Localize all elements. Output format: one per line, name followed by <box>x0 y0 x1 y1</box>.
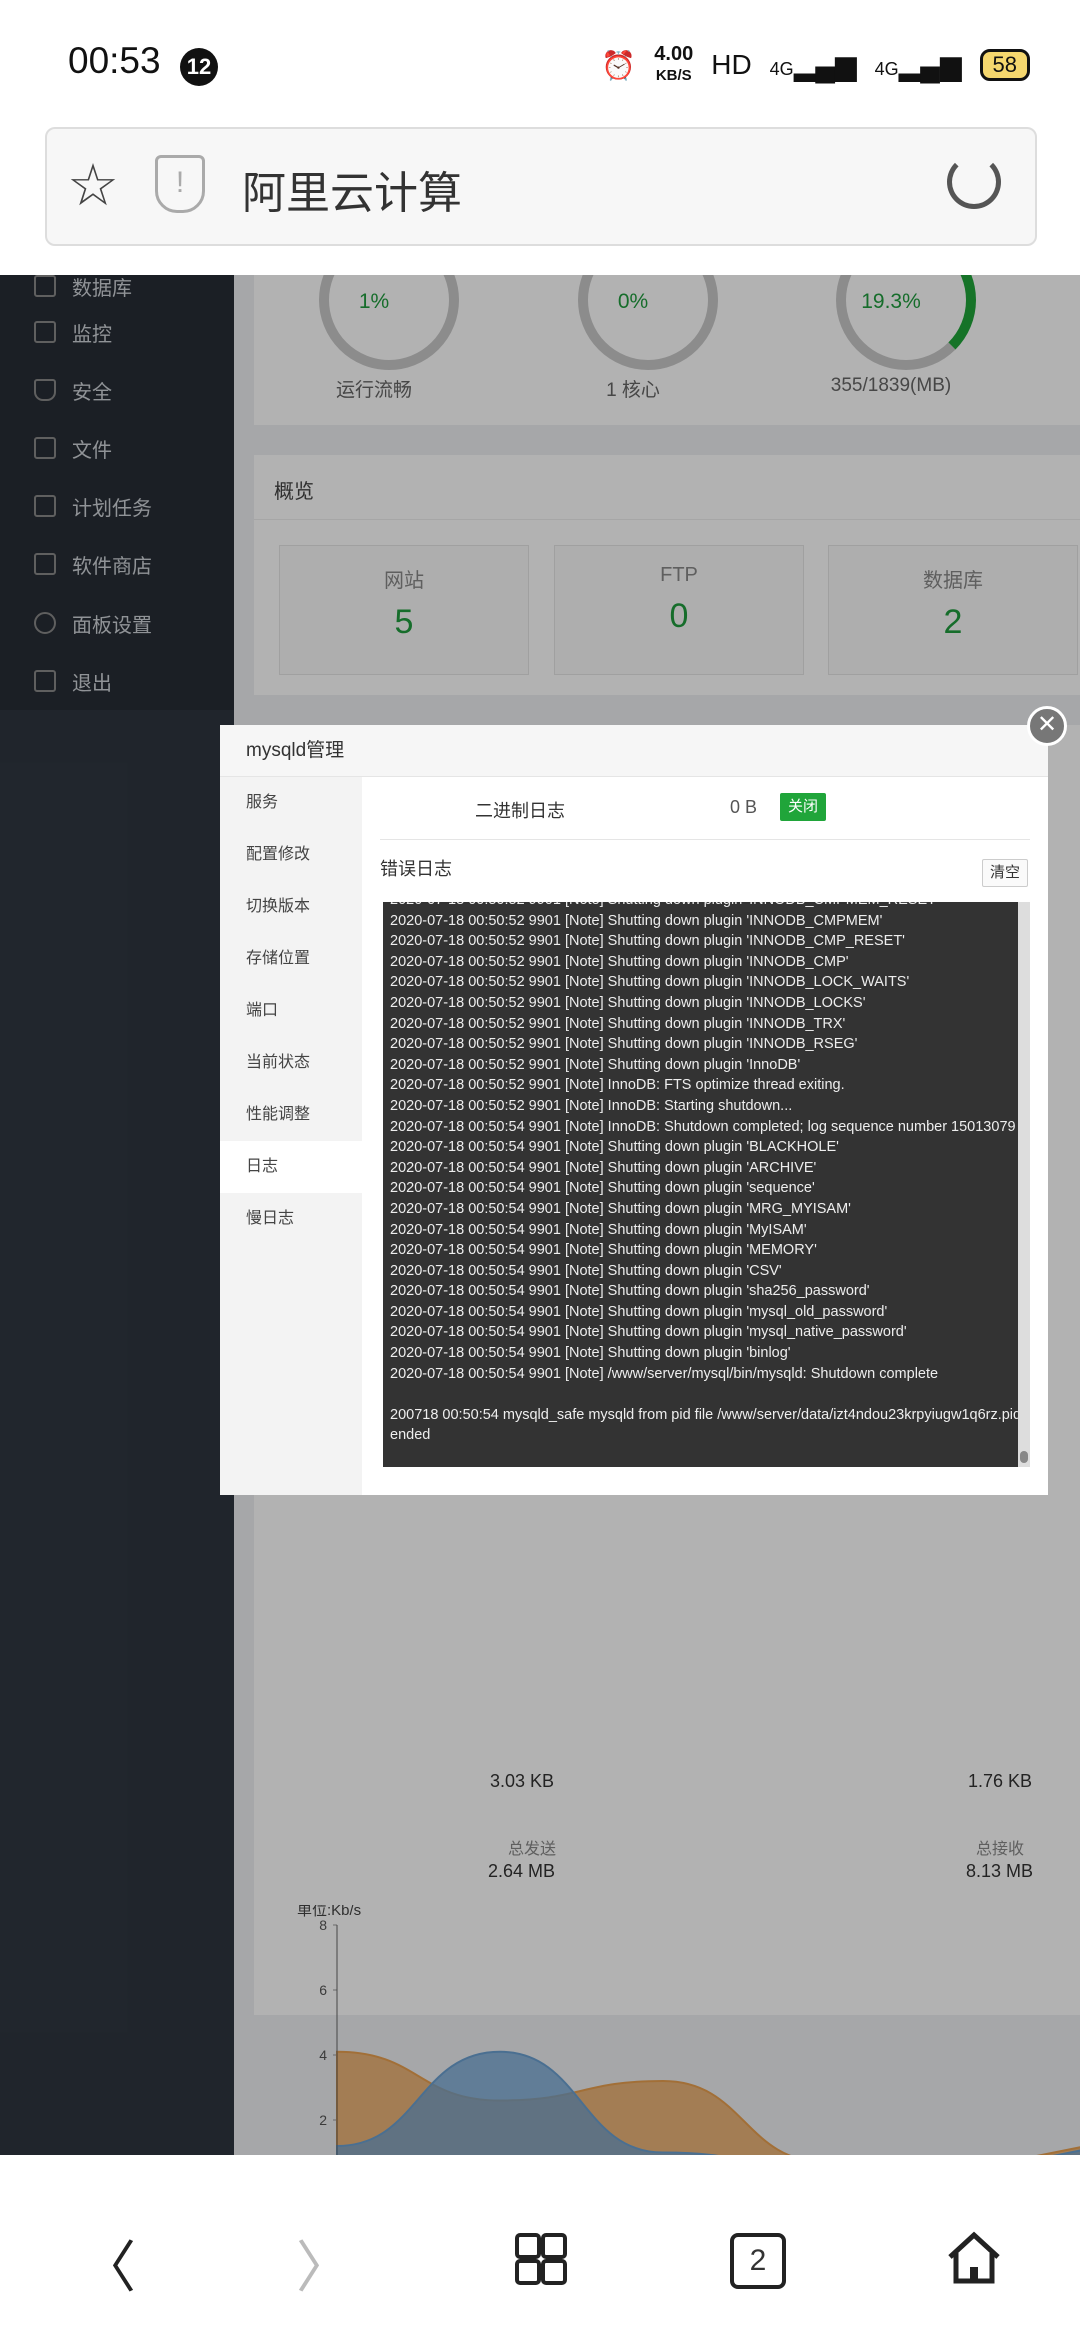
net-type-2: 4G <box>874 58 899 79</box>
binlog-toggle-button[interactable]: 关闭 <box>780 793 827 821</box>
dialog-title: mysqld管理 <box>220 725 1048 777</box>
log-line: 2020-07-18 00:50:52 9901 [Note] Shutting… <box>390 994 866 1011</box>
signal-icon-1: 4G▂▄▆ <box>769 49 857 81</box>
page-title[interactable]: 阿里云计算 <box>242 157 462 221</box>
log-line: 2020-07-18 00:50:52 9901 [Note] Shutting… <box>390 912 883 929</box>
dialog-tabs: 服务 配置修改 切换版本 存储位置 端口 当前状态 性能调整 日志 慢日志 <box>220 777 362 1495</box>
notification-badge: 12 <box>180 48 218 86</box>
network-speed: 4.00 KB/S <box>654 44 693 86</box>
log-line: 2020-07-18 00:50:52 9901 [Note] Shutting… <box>390 1015 846 1032</box>
speed-unit: KB/S <box>655 67 692 84</box>
log-line: 2020-07-18 00:50:54 9901 [Note] /www/ser… <box>390 1365 939 1382</box>
log-line: 2020-07-18 00:50:54 9901 [Note] Shutting… <box>390 1159 817 1176</box>
tab-storage[interactable]: 存储位置 <box>220 933 362 985</box>
bottom-nav: 〈 〉 2 <box>0 2155 1080 2340</box>
log-line: 2020-07-18 00:50:52 9901 [Note] Shutting… <box>390 902 1029 911</box>
log-line: 2020-07-18 00:50:54 9901 [Note] InnoDB: … <box>390 1118 1016 1135</box>
log-line: 2020-07-18 00:50:54 9901 [Note] Shutting… <box>390 1221 807 1238</box>
speed-value: 4.00 <box>654 43 694 65</box>
log-line: 2020-07-18 00:50:52 9901 [Note] Shutting… <box>390 953 849 970</box>
log-line: 2020-07-18 00:50:52 9901 [Note] Shutting… <box>390 933 905 950</box>
tab-port[interactable]: 端口 <box>220 985 362 1037</box>
home-icon[interactable] <box>944 2227 1004 2287</box>
log-line: 2020-07-18 00:50:54 9901 [Note] Shutting… <box>390 1345 791 1362</box>
status-icons: ⏰ 4.00 KB/S HD 4G▂▄▆ 4G▂▄▆ 58 <box>601 44 1030 86</box>
errlog-row: 错误日志 清空 <box>380 839 1030 897</box>
close-icon[interactable]: ✕ <box>1027 706 1067 746</box>
signal-icon-2: 4G▂▄▆ <box>874 49 962 81</box>
error-log-textarea[interactable]: 2020-07-18 00:50:52 9901 [Note] Shutting… <box>383 902 1029 1467</box>
log-line: 2020-07-18 00:50:52 9901 [Note] Shutting… <box>390 974 910 991</box>
bookmark-star-icon[interactable]: ☆ <box>67 151 119 219</box>
log-line: 200718 00:50:54 mysqld_safe mysqld from … <box>390 1406 1022 1444</box>
log-line: 2020-07-18 00:50:54 9901 [Note] Shutting… <box>390 1139 839 1156</box>
back-icon[interactable]: 〈 <box>68 2223 148 2304</box>
tab-service[interactable]: 服务 <box>220 777 362 829</box>
log-line: 2020-07-18 00:50:54 9901 [Note] Shutting… <box>390 1324 907 1341</box>
tabs-count-button[interactable]: 2 <box>730 2233 786 2289</box>
reload-icon[interactable] <box>947 155 1001 209</box>
log-line: 2020-07-18 00:50:54 9901 [Note] Shutting… <box>390 1262 782 1279</box>
address-bar[interactable]: ☆ ! 阿里云计算 <box>45 127 1037 246</box>
hd-icon: HD <box>711 49 752 80</box>
log-line: 2020-07-18 00:50:54 9901 [Note] Shutting… <box>390 1242 817 1259</box>
errlog-label: 错误日志 <box>380 859 452 879</box>
menu-grid-icon[interactable] <box>515 2233 567 2285</box>
scroll-thumb[interactable] <box>1020 1451 1028 1463</box>
log-line: 2020-07-18 00:50:52 9901 [Note] InnoDB: … <box>390 1097 793 1114</box>
log-line: 2020-07-18 00:50:52 9901 [Note] InnoDB: … <box>390 1077 845 1094</box>
tab-slow-logs[interactable]: 慢日志 <box>220 1193 362 1245</box>
tab-version[interactable]: 切换版本 <box>220 881 362 933</box>
tab-config[interactable]: 配置修改 <box>220 829 362 881</box>
forward-icon[interactable]: 〉 <box>284 2223 364 2304</box>
tab-logs[interactable]: 日志 <box>220 1141 362 1193</box>
tab-status[interactable]: 当前状态 <box>220 1037 362 1089</box>
log-scrollbar[interactable] <box>1018 902 1030 1467</box>
net-type-1: 4G <box>769 58 794 79</box>
binlog-label: 二进制日志 <box>475 801 565 821</box>
alarm-icon: ⏰ <box>601 49 637 81</box>
battery-icon: 58 <box>979 49 1030 81</box>
tab-performance[interactable]: 性能调整 <box>220 1089 362 1141</box>
log-line: 2020-07-18 00:50:54 9901 [Note] Shutting… <box>390 1200 851 1217</box>
log-line: 2020-07-18 00:50:52 9901 [Note] Shutting… <box>390 1036 858 1053</box>
log-line: 2020-07-18 00:50:52 9901 [Note] Shutting… <box>390 1056 801 1073</box>
clock: 00:53 <box>68 40 161 81</box>
status-bar: 00:53 12 ⏰ 4.00 KB/S HD 4G▂▄▆ 4G▂▄▆ 58 <box>0 0 1080 125</box>
security-shield-icon[interactable]: ! <box>155 155 205 213</box>
clear-log-button[interactable]: 清空 <box>982 859 1028 887</box>
log-line: 2020-07-18 00:50:54 9901 [Note] Shutting… <box>390 1180 815 1197</box>
binlog-size: 0 B <box>730 797 758 817</box>
log-line: 2020-07-18 00:50:54 9901 [Note] Shutting… <box>390 1283 870 1300</box>
binlog-row: 二进制日志 0 B 关闭 <box>380 777 1030 840</box>
mysqld-manager-dialog: mysqld管理 服务 配置修改 切换版本 存储位置 端口 当前状态 性能调整 … <box>220 725 1048 1495</box>
log-line: 2020-07-18 00:50:54 9901 [Note] Shutting… <box>390 1303 888 1320</box>
